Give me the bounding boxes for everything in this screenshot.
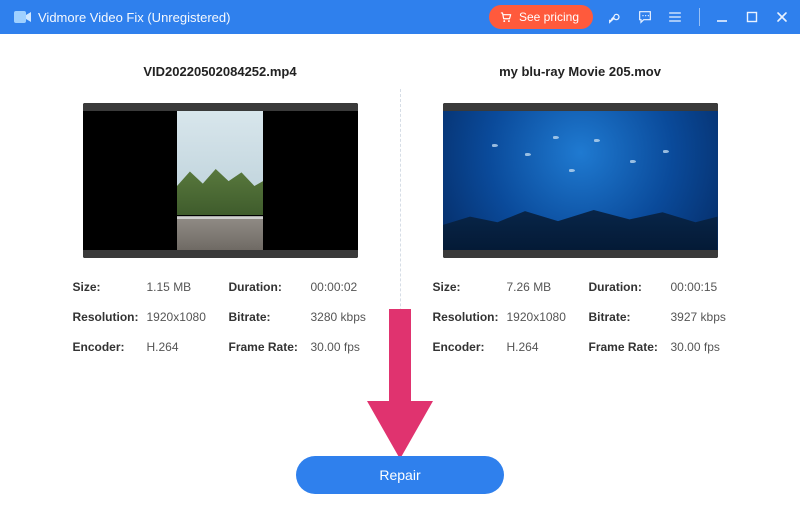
source-thumbnail[interactable] <box>83 103 358 258</box>
source-thumbnail-art <box>177 111 263 250</box>
metadata-label: Resolution: <box>73 310 147 324</box>
metadata-value: H.264 <box>507 340 589 354</box>
menu-icon[interactable] <box>667 9 683 25</box>
metadata-label: Frame Rate: <box>229 340 311 354</box>
metadata-value: 30.00 fps <box>311 340 368 354</box>
metadata-label: Resolution: <box>433 310 507 324</box>
metadata-value: 3927 kbps <box>671 310 728 324</box>
logo-icon <box>14 8 32 26</box>
metadata-value: 00:00:15 <box>671 280 728 294</box>
titlebar: Vidmore Video Fix (Unregistered) See pri… <box>0 0 800 34</box>
metadata-label: Size: <box>433 280 507 294</box>
metadata-label: Bitrate: <box>229 310 311 324</box>
titlebar-icons <box>607 8 702 26</box>
metadata-value: 1920x1080 <box>147 310 229 324</box>
app-title: Vidmore Video Fix (Unregistered) <box>38 10 230 25</box>
metadata-label: Encoder: <box>73 340 147 354</box>
reference-thumbnail-art <box>443 111 718 250</box>
metadata-label: Duration: <box>589 280 671 294</box>
metadata-value: 7.26 MB <box>507 280 589 294</box>
repair-button-label: Repair <box>379 467 420 483</box>
metadata-label: Size: <box>73 280 147 294</box>
window-controls <box>714 9 790 25</box>
source-metadata: Size: 1.15 MB Duration: 00:00:02 Resolut… <box>73 280 368 354</box>
see-pricing-label: See pricing <box>519 10 579 24</box>
main-area: VID20220502084252.mp4 Size: 1.15 MB Dura… <box>0 34 800 516</box>
reference-thumbnail[interactable] <box>443 103 718 258</box>
metadata-value: 00:00:02 <box>311 280 368 294</box>
repair-button[interactable]: Repair <box>296 456 504 494</box>
app-logo: Vidmore Video Fix (Unregistered) <box>14 8 230 26</box>
close-button[interactable] <box>774 9 790 25</box>
source-video-panel: VID20220502084252.mp4 Size: 1.15 MB Dura… <box>40 64 400 496</box>
metadata-label: Duration: <box>229 280 311 294</box>
feedback-icon[interactable] <box>637 9 653 25</box>
metadata-value: 1.15 MB <box>147 280 229 294</box>
metadata-label: Frame Rate: <box>589 340 671 354</box>
reference-video-panel: my blu-ray Movie 205.mov Size: 7.26 MB D… <box>400 64 760 496</box>
vertical-divider <box>400 89 401 426</box>
metadata-value: 30.00 fps <box>671 340 728 354</box>
see-pricing-button[interactable]: See pricing <box>489 5 593 29</box>
reference-metadata: Size: 7.26 MB Duration: 00:00:15 Resolut… <box>433 280 728 354</box>
source-file-name: VID20220502084252.mp4 <box>143 64 296 79</box>
titlebar-separator <box>699 8 700 26</box>
metadata-value: 3280 kbps <box>311 310 368 324</box>
metadata-value: H.264 <box>147 340 229 354</box>
metadata-label: Encoder: <box>433 340 507 354</box>
minimize-button[interactable] <box>714 9 730 25</box>
maximize-button[interactable] <box>744 9 760 25</box>
cart-icon <box>499 10 513 24</box>
metadata-value: 1920x1080 <box>507 310 589 324</box>
reference-file-name: my blu-ray Movie 205.mov <box>499 64 661 79</box>
key-icon[interactable] <box>607 9 623 25</box>
metadata-label: Bitrate: <box>589 310 671 324</box>
